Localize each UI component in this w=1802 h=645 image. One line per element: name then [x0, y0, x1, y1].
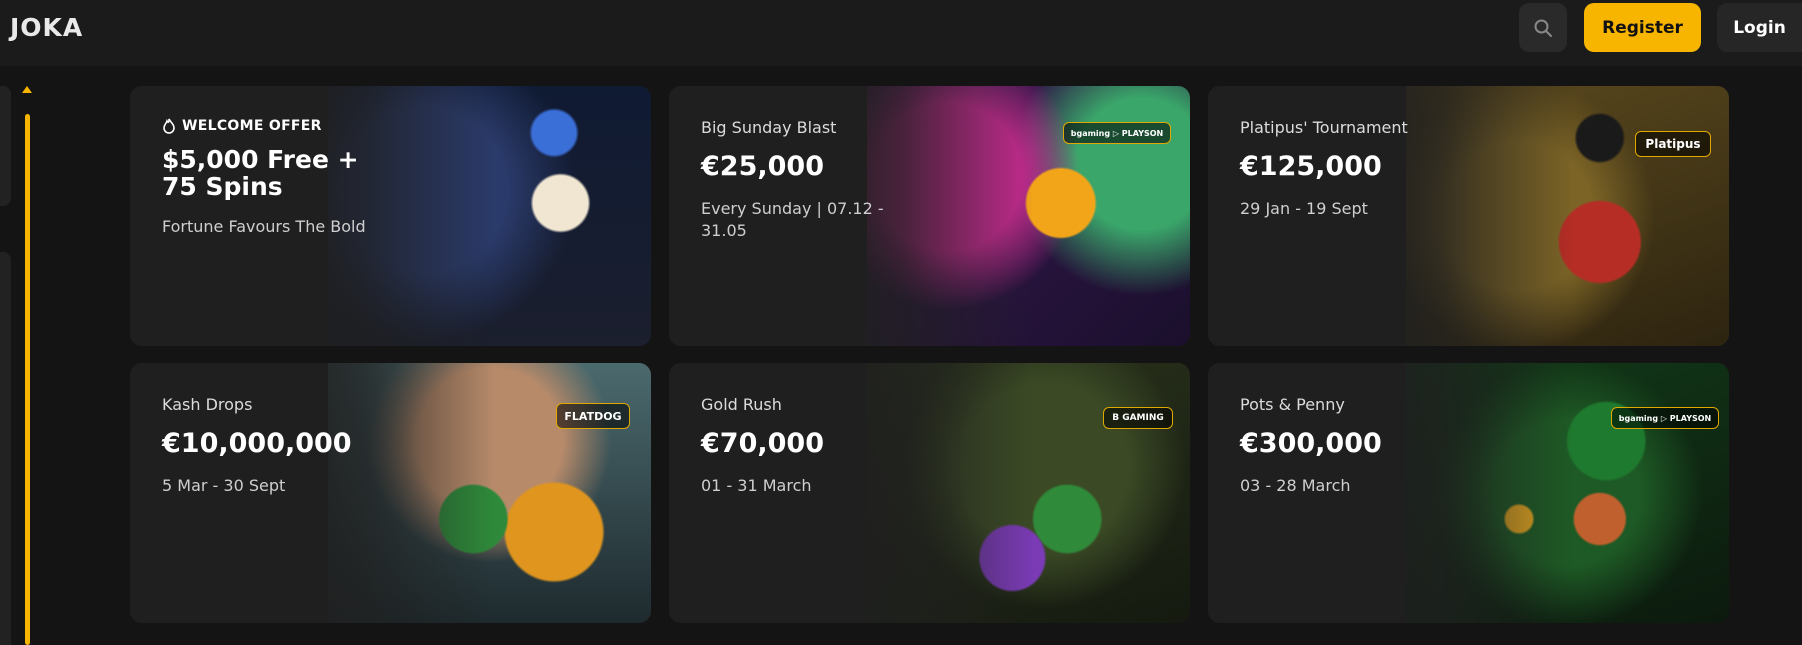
promo-card-gold-rush[interactable]: Gold Rush €70,000 01 - 31 March B GAMING	[669, 363, 1190, 623]
promo-amount: €10,000,000	[162, 428, 352, 459]
provider-badge: Platipus	[1635, 131, 1711, 157]
promo-dates: 5 Mar - 30 Sept	[162, 476, 286, 495]
welcome-offer-subtitle: Fortune Favours The Bold	[162, 217, 366, 236]
scrollbar[interactable]	[25, 114, 30, 645]
promo-amount: €25,000	[701, 151, 824, 182]
promo-label: Pots & Penny	[1240, 395, 1345, 414]
search-icon	[1534, 19, 1552, 37]
provider-badge: FLATDOG	[556, 403, 630, 429]
promo-card-big-sunday-blast[interactable]: Big Sunday Blast €25,000 Every Sunday | …	[669, 86, 1190, 346]
promo-card-platipus-tournament[interactable]: Platipus' Tournament €125,000 29 Jan - 1…	[1208, 86, 1729, 346]
promo-dates: 29 Jan - 19 Sept	[1240, 199, 1368, 218]
promo-label: Kash Drops	[162, 395, 253, 414]
sidebar-collapsed-upper[interactable]	[0, 86, 11, 206]
promo-card-pots-and-penny[interactable]: Pots & Penny €300,000 03 - 28 March bgam…	[1208, 363, 1729, 623]
search-button[interactable]	[1519, 3, 1567, 52]
promo-card-kash-drops[interactable]: Kash Drops €10,000,000 5 Mar - 30 Sept F…	[130, 363, 651, 623]
promo-amount: €70,000	[701, 428, 824, 459]
flame-icon	[163, 118, 175, 134]
provider-badge: bgaming ▷ PLAYSON	[1611, 407, 1719, 429]
welcome-offer-amount: $5,000 Free + 75 Spins	[162, 146, 422, 200]
provider-badge: B GAMING	[1103, 407, 1173, 429]
login-button[interactable]: Login	[1717, 3, 1802, 52]
promo-dates: Every Sunday | 07.12 - 31.05	[701, 199, 884, 240]
promo-amount: €300,000	[1240, 428, 1382, 459]
register-button[interactable]: Register	[1584, 3, 1701, 52]
welcome-amount-line2: 75 Spins	[162, 172, 283, 201]
sidebar-collapsed-lower[interactable]	[0, 252, 11, 645]
promo-card-welcome-offer[interactable]: WELCOME OFFER $5,000 Free + 75 Spins For…	[130, 86, 651, 346]
promo-label: Gold Rush	[701, 395, 782, 414]
welcome-offer-tag: WELCOME OFFER	[162, 118, 422, 134]
promo-dates: 03 - 28 March	[1240, 476, 1351, 495]
promo-label: Platipus' Tournament	[1240, 118, 1408, 137]
promo-amount: €125,000	[1240, 151, 1382, 182]
promo-label: Big Sunday Blast	[701, 118, 837, 137]
promo-dates: 01 - 31 March	[701, 476, 812, 495]
scroll-up-arrow-icon[interactable]	[22, 86, 32, 93]
welcome-amount-line1: $5,000 Free +	[162, 145, 359, 174]
provider-badge: bgaming ▷ PLAYSON	[1063, 122, 1171, 144]
joka-logo[interactable]: JOKA	[10, 13, 83, 42]
top-bar: JOKA Register Login	[0, 0, 1802, 66]
welcome-offer-label: WELCOME OFFER	[182, 118, 322, 134]
